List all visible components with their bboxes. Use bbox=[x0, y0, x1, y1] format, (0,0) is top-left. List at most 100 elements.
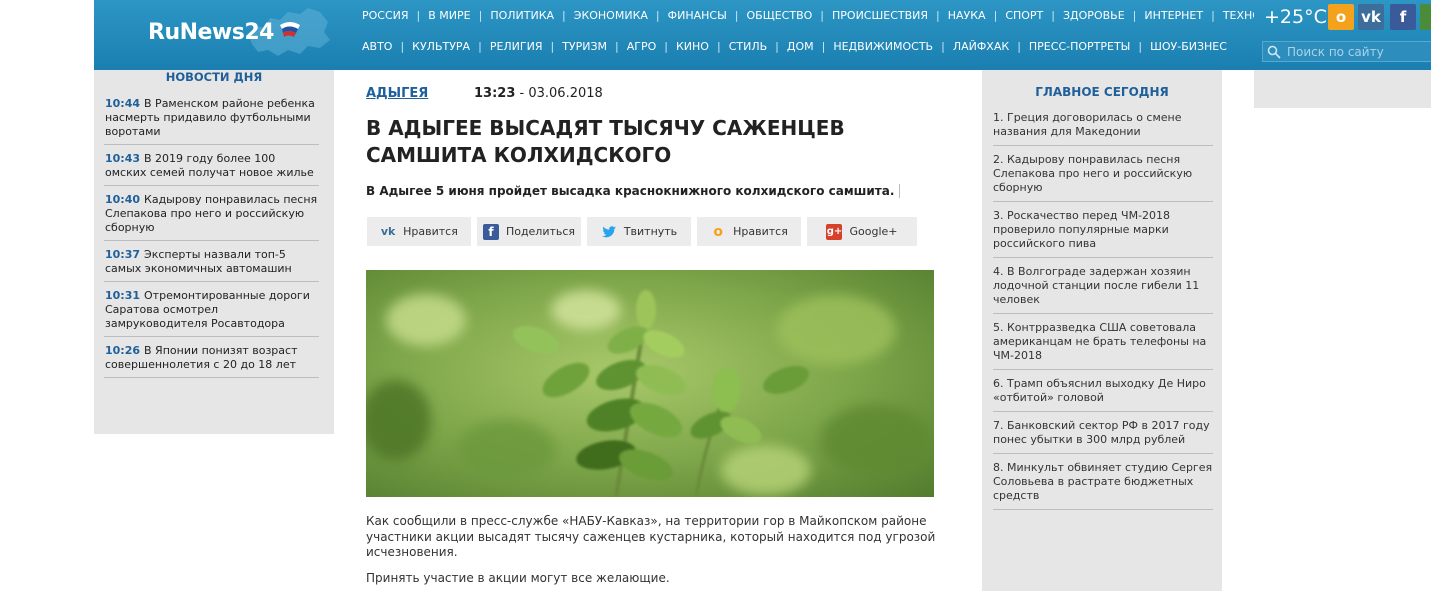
nav-separator: | bbox=[993, 9, 998, 22]
nav-separator: | bbox=[664, 40, 668, 53]
right-sidebar: ГЛАВНОЕ СЕГОДНЯ 1. Греция договорилась о… bbox=[982, 70, 1222, 591]
nav-item[interactable]: Культура bbox=[412, 40, 470, 53]
google-plus-icon: g+ bbox=[826, 223, 843, 240]
facebook-icon-extra[interactable] bbox=[1420, 4, 1431, 30]
share-label: Нравится bbox=[733, 225, 788, 238]
logo-text: RuNews24 bbox=[148, 20, 274, 45]
nav-item[interactable]: Недвижимость bbox=[833, 40, 933, 53]
facebook-icon[interactable]: f bbox=[1390, 4, 1416, 30]
nav-item[interactable]: Религия bbox=[490, 40, 543, 53]
news-time: 10:26 bbox=[105, 344, 141, 357]
nav-item[interactable]: Экономика bbox=[574, 9, 648, 22]
main-nav-row-1: Россия | В мире | Политика | Экономика | Финансы… bbox=[362, 9, 1301, 22]
nav-item[interactable]: Здоровье bbox=[1063, 9, 1125, 22]
vk-share-button[interactable]: vk Нравится bbox=[367, 217, 471, 246]
top-item[interactable]: 1. Греция договорилась о смене названия … bbox=[993, 111, 1213, 146]
nav-item[interactable]: Стиль bbox=[729, 40, 767, 53]
article-date: - 03.06.2018 bbox=[515, 86, 603, 101]
top-item[interactable]: 4. В Волгограде задержан хозяин лодочной… bbox=[993, 265, 1213, 314]
nav-separator: | bbox=[716, 40, 721, 53]
nav-item[interactable]: Лайфхак bbox=[953, 40, 1009, 53]
nav-item[interactable]: Пресс-портреты bbox=[1029, 40, 1130, 53]
top-item[interactable]: 7. Банковский сектор РФ в 2017 году поне… bbox=[993, 419, 1213, 454]
article-paragraph: Как сообщили в пресс-службе «НАБУ-Кавказ… bbox=[366, 514, 936, 559]
nav-item[interactable]: В мире bbox=[428, 9, 470, 22]
boxwood-plant-image bbox=[366, 270, 934, 497]
nav-item[interactable]: Наука bbox=[948, 9, 986, 22]
share-label: Нравится bbox=[403, 225, 458, 238]
nav-item[interactable]: Агро bbox=[627, 40, 657, 53]
nav-separator: | bbox=[936, 9, 940, 22]
top-item[interactable]: 5. Контрразведка США советовала американ… bbox=[993, 321, 1213, 370]
left-sidebar: НОВОСТИ ДНЯ 10:44 В Раменском районе ребе… bbox=[94, 70, 334, 434]
flag-icon bbox=[280, 22, 300, 37]
nav-item[interactable]: Туризм bbox=[562, 40, 607, 53]
news-time: 10:40 bbox=[105, 193, 141, 206]
twitter-share-button[interactable]: Твитнуть bbox=[587, 217, 691, 246]
site-logo[interactable]: RuNews24 bbox=[94, 0, 344, 70]
news-item[interactable]: 10:43 В 2019 году более 100 омских семей … bbox=[104, 151, 319, 186]
article-rubric-link[interactable]: АДЫГЕЯ bbox=[366, 86, 428, 101]
top-item[interactable]: 3. Роскачество перед ЧМ-2018 проверило п… bbox=[993, 209, 1213, 258]
nav-separator: | bbox=[615, 40, 619, 53]
nav-separator: | bbox=[821, 40, 826, 53]
search-icon bbox=[1267, 45, 1281, 59]
news-time: 10:44 bbox=[105, 97, 141, 110]
news-time: 10:43 bbox=[105, 152, 141, 165]
nav-item[interactable]: Шоу-бизнес bbox=[1150, 40, 1227, 53]
share-label: Твитнуть bbox=[623, 225, 678, 238]
nav-separator: | bbox=[734, 9, 739, 22]
news-item[interactable]: 10:40 Кадырову понравилась песня Слепаков… bbox=[104, 192, 319, 241]
nav-item[interactable]: Финансы bbox=[668, 9, 727, 22]
nav-item[interactable]: Интернет bbox=[1144, 9, 1203, 22]
header-tools: +25°C о vk f bbox=[1254, 0, 1431, 108]
nav-separator: | bbox=[1132, 9, 1137, 22]
google-plus-share-button[interactable]: g+ Google+ bbox=[807, 217, 917, 246]
news-time: 10:37 bbox=[105, 248, 141, 261]
odnoklassniki-share-button[interactable]: о Нравится bbox=[697, 217, 801, 246]
vk-icon: vk bbox=[380, 225, 396, 238]
top-item[interactable]: 6. Трамп объяснил выходку Де Ниро «отбит… bbox=[993, 377, 1213, 412]
nav-item[interactable]: Спорт bbox=[1005, 9, 1043, 22]
facebook-share-button[interactable]: f Поделиться bbox=[477, 217, 581, 246]
nav-item[interactable]: Дом bbox=[787, 40, 814, 53]
odnoklassniki-icon: о bbox=[713, 223, 723, 240]
top-item[interactable]: 8. Минкульт обвиняет студию Сергея Солов… bbox=[993, 461, 1213, 510]
twitter-icon bbox=[601, 225, 616, 237]
vk-icon[interactable]: vk bbox=[1358, 4, 1384, 30]
nav-separator: | bbox=[478, 40, 482, 53]
news-item[interactable]: 10:26 В Японии понизят возраст совершенно… bbox=[104, 343, 319, 378]
nav-separator: | bbox=[820, 9, 825, 22]
news-time: 10:31 bbox=[105, 289, 141, 302]
nav-separator: | bbox=[550, 40, 555, 53]
odnoklassniki-icon[interactable]: о bbox=[1328, 4, 1354, 30]
news-item[interactable]: 10:31 Отремонтированные дороги Саратова о… bbox=[104, 288, 319, 337]
nav-separator: | bbox=[1211, 9, 1215, 22]
article-title: В Адыгее высадят тысячу саженцев самшита… bbox=[366, 116, 845, 167]
nav-separator: | bbox=[416, 9, 421, 22]
nav-separator: | bbox=[655, 9, 660, 22]
nav-separator: | bbox=[1138, 40, 1143, 53]
top-today-list: 1. Греция договорилась о смене названия … bbox=[993, 111, 1213, 517]
nav-separator: | bbox=[1017, 40, 1021, 53]
nav-item[interactable]: Происшествия bbox=[832, 9, 928, 22]
facebook-icon: f bbox=[482, 223, 499, 240]
top-item[interactable]: 2. Кадырову понравилась песня Слепакова … bbox=[993, 153, 1213, 202]
share-buttons: vk Нравится f Поделиться Твитнуть о Нрав… bbox=[367, 217, 917, 246]
article-lead: В Адыгее 5 июня пройдет высадка краснокн… bbox=[366, 184, 901, 198]
article-photo bbox=[366, 270, 934, 497]
news-item[interactable]: 10:44 В Раменском районе ребенка насмерть… bbox=[104, 96, 319, 145]
search-bar[interactable] bbox=[1262, 41, 1431, 62]
nav-item[interactable]: Россия bbox=[362, 9, 409, 22]
nav-item[interactable]: Общество bbox=[747, 9, 813, 22]
nav-item[interactable]: Политика bbox=[490, 9, 554, 22]
nav-item[interactable]: Кино bbox=[676, 40, 709, 53]
nav-separator: | bbox=[400, 40, 405, 53]
news-of-day-list: 10:44 В Раменском районе ребенка насмерть… bbox=[104, 96, 319, 384]
news-of-day-title: НОВОСТИ ДНЯ bbox=[165, 70, 263, 84]
weather-readout: +25°C bbox=[1264, 6, 1327, 28]
nav-item[interactable]: Авто bbox=[362, 40, 392, 53]
news-item[interactable]: 10:37 Эксперты назвали топ-5 самых эконом… bbox=[104, 247, 319, 282]
main-nav-row-2: Авто | Культура | Религия | Туризм | Агро | Кино | С… bbox=[362, 40, 1227, 53]
search-input[interactable] bbox=[1287, 44, 1427, 59]
